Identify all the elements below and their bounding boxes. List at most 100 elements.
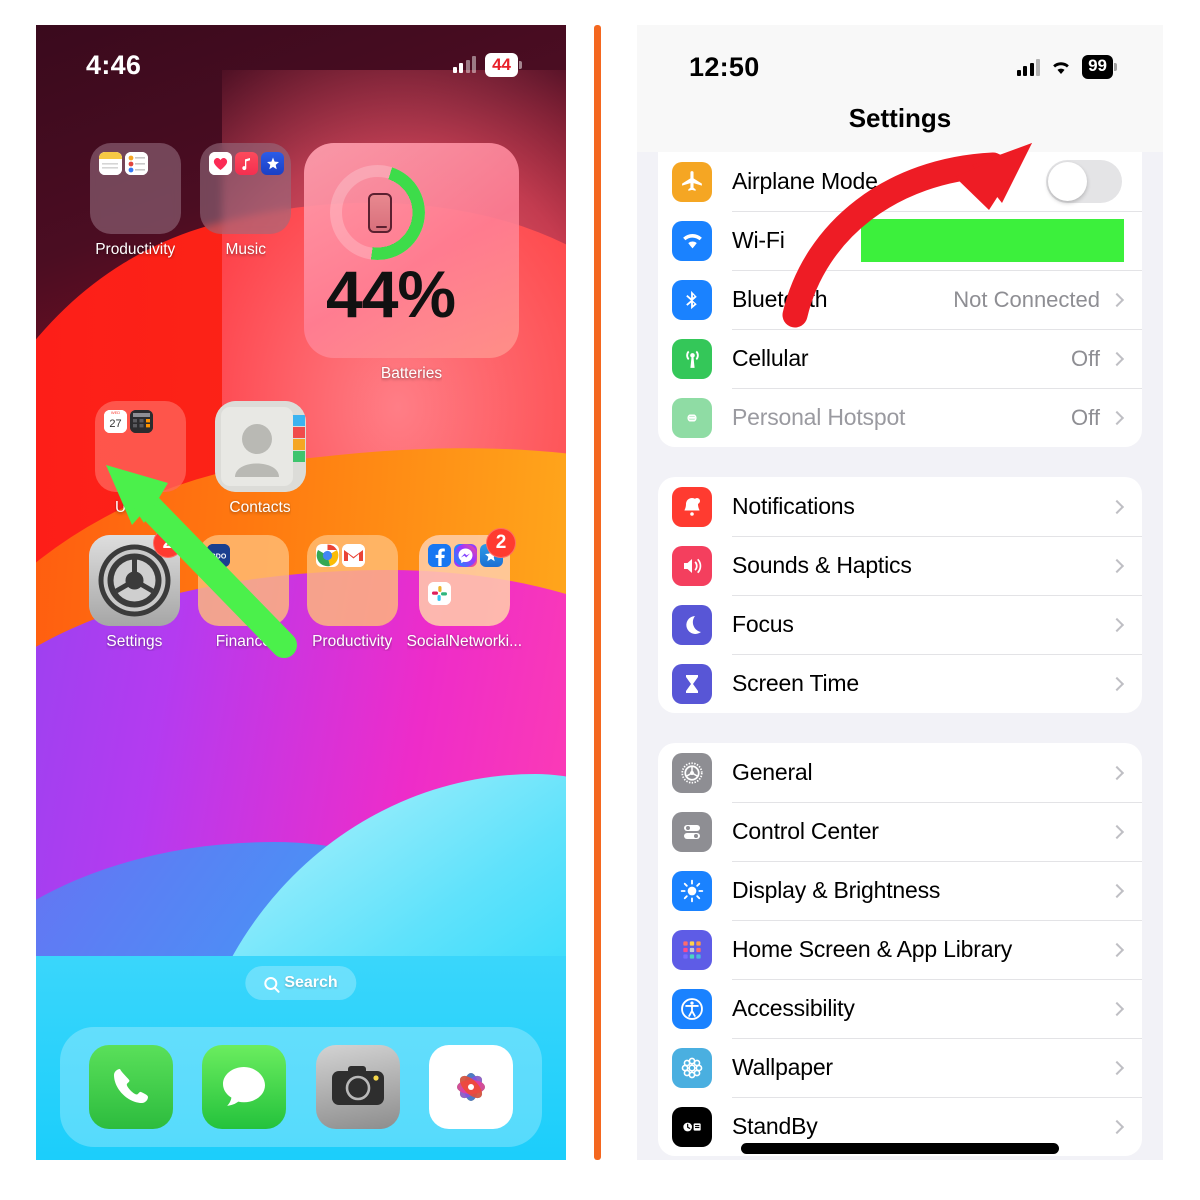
right-phone-screenshot: 12:50 99 Settings Airplane Mode Wi-Fi Bl…: [637, 25, 1163, 1160]
settings-list[interactable]: Airplane Mode Wi-Fi Bluetooth Not Connec: [637, 152, 1163, 1156]
battery-icon: 44: [485, 52, 522, 78]
wallpaper-icon: [672, 1047, 712, 1088]
cellular-bars-icon: [452, 56, 477, 74]
settings-row-general[interactable]: General: [658, 743, 1142, 802]
folder-music[interactable]: Music: [191, 143, 302, 383]
settings-row-value: Off: [1071, 345, 1100, 371]
settings-row-personal-hotspot[interactable]: Personal Hotspot Off: [658, 388, 1142, 447]
accessibility-icon: [672, 988, 712, 1029]
home-row-2: WED 27 Utilities Contacts: [80, 401, 522, 517]
slack-icon: [427, 582, 451, 605]
settings-row-sounds-haptics[interactable]: Sounds & Haptics: [658, 536, 1142, 595]
settings-row-label: Accessibility: [732, 995, 855, 1021]
home-row-3: 2 Settings BDO Finance Productivity 2 So…: [80, 528, 522, 651]
settings-row-label: Personal Hotspot: [732, 404, 906, 430]
reminders-icon: [124, 152, 148, 175]
settings-row-screen-time[interactable]: Screen Time: [658, 654, 1142, 713]
wifi-icon: [672, 220, 712, 261]
wifi-network-redaction: [861, 219, 1124, 262]
health-icon: [209, 152, 233, 175]
right-status-bar: 12:50 99: [637, 47, 1163, 87]
gear-icon: [672, 752, 712, 793]
notes-icon: [98, 152, 122, 175]
settings-row-display-brightness[interactable]: Display & Brightness: [658, 861, 1142, 920]
wifi-icon: [1049, 58, 1073, 76]
battery-icon: 99: [1082, 55, 1117, 79]
chevron-right-icon: [1109, 292, 1125, 307]
folder-icon: BDO: [197, 535, 289, 626]
folder-utilities[interactable]: WED 27 Utilities: [80, 401, 200, 517]
sounds-icon: [672, 545, 712, 586]
photos-icon[interactable]: [429, 1045, 514, 1129]
chevron-right-icon: [1109, 617, 1125, 632]
folder-productivity-bottom[interactable]: Productivity: [298, 535, 407, 651]
settings-row-wallpaper[interactable]: Wallpaper: [658, 1038, 1142, 1097]
settings-group-connectivity: Airplane Mode Wi-Fi Bluetooth Not Connec: [658, 152, 1142, 447]
bluetooth-icon: [672, 279, 712, 320]
folder-socialnetworking[interactable]: 2 SocialNetworki...: [407, 528, 522, 651]
status-time: 12:50: [689, 51, 760, 82]
chevron-right-icon: [1109, 1119, 1125, 1134]
airplane-icon: [672, 161, 712, 202]
settings-row-notifications[interactable]: Notifications: [658, 477, 1142, 536]
notification-badge: 2: [152, 528, 183, 558]
chevron-right-icon: [1109, 499, 1125, 514]
folder-icon: WED 27: [94, 401, 186, 492]
settings-row-label: Screen Time: [732, 670, 859, 696]
svg-text:BDO: BDO: [211, 554, 227, 561]
settings-row-cellular[interactable]: Cellular Off: [658, 329, 1142, 388]
home-screen-grid: Productivity Music 44% Batteries WED 27 …: [36, 143, 566, 669]
messages-icon[interactable]: [202, 1045, 287, 1129]
camera-icon[interactable]: [315, 1045, 400, 1129]
folder-productivity-top[interactable]: Productivity: [80, 143, 191, 383]
phone-icon[interactable]: [88, 1045, 173, 1129]
hotspot-icon: [672, 397, 712, 438]
settings-row-label: Sounds & Haptics: [732, 552, 912, 578]
settings-row-bluetooth[interactable]: Bluetooth Not Connected: [658, 270, 1142, 329]
airplane-mode-toggle[interactable]: [1046, 160, 1122, 203]
settings-row-accessibility[interactable]: Accessibility: [658, 979, 1142, 1038]
screen-time-icon: [672, 663, 712, 704]
chrome-icon: [315, 544, 339, 567]
battery-percent: 99: [1082, 55, 1113, 79]
settings-group-alerts: Notifications Sounds & Haptics Focus Scr…: [658, 477, 1142, 713]
widget-batteries[interactable]: 44% Batteries: [301, 143, 522, 383]
folder-icon: [200, 143, 292, 234]
appstore-icon: [261, 152, 285, 175]
battery-percent: 44: [485, 52, 518, 78]
settings-row-label: StandBy: [732, 1113, 818, 1139]
app-settings[interactable]: 2 Settings: [80, 528, 189, 651]
settings-row-control-center[interactable]: Control Center: [658, 802, 1142, 861]
settings-row-wifi[interactable]: Wi-Fi: [658, 211, 1142, 270]
vertical-divider: [594, 25, 601, 1160]
messenger-icon: [453, 544, 477, 567]
status-time: 4:46: [86, 49, 142, 80]
app-contacts[interactable]: Contacts: [200, 401, 320, 517]
dock: [60, 1027, 542, 1147]
screenshot-stage: 4:46 44 Productivity Music 44% Batteries…: [0, 0, 1200, 1200]
settings-group-system: General Control Center Display & Brightn…: [658, 743, 1142, 1156]
settings-row-label: Bluetooth: [732, 286, 828, 312]
search-pill[interactable]: Search: [245, 966, 357, 1000]
home-indicator: [741, 1143, 1059, 1154]
chevron-right-icon: [1109, 558, 1125, 573]
settings-row-label: Focus: [732, 611, 794, 637]
calendar-icon: WED 27: [103, 410, 127, 433]
contacts-icon: [214, 401, 306, 492]
brightness-icon: [672, 870, 712, 911]
batteries-widget: 44%: [304, 143, 519, 358]
chevron-right-icon: [1109, 1060, 1125, 1075]
gmail-icon: [341, 544, 365, 567]
app-label: Contacts: [229, 499, 291, 516]
folder-finance[interactable]: BDO Finance: [189, 535, 298, 651]
control-center-icon: [672, 811, 712, 852]
settings-row-home-screen[interactable]: Home Screen & App Library: [658, 920, 1142, 979]
settings-row-focus[interactable]: Focus: [658, 595, 1142, 654]
chevron-right-icon: [1109, 883, 1125, 898]
calculator-icon: [129, 410, 153, 433]
settings-row-airplane-mode[interactable]: Airplane Mode: [658, 152, 1142, 211]
settings-row-value: Off: [1071, 404, 1100, 430]
app-label: Finance: [215, 633, 271, 650]
settings-row-label: Display & Brightness: [732, 877, 941, 903]
facebook-icon: [427, 544, 451, 567]
